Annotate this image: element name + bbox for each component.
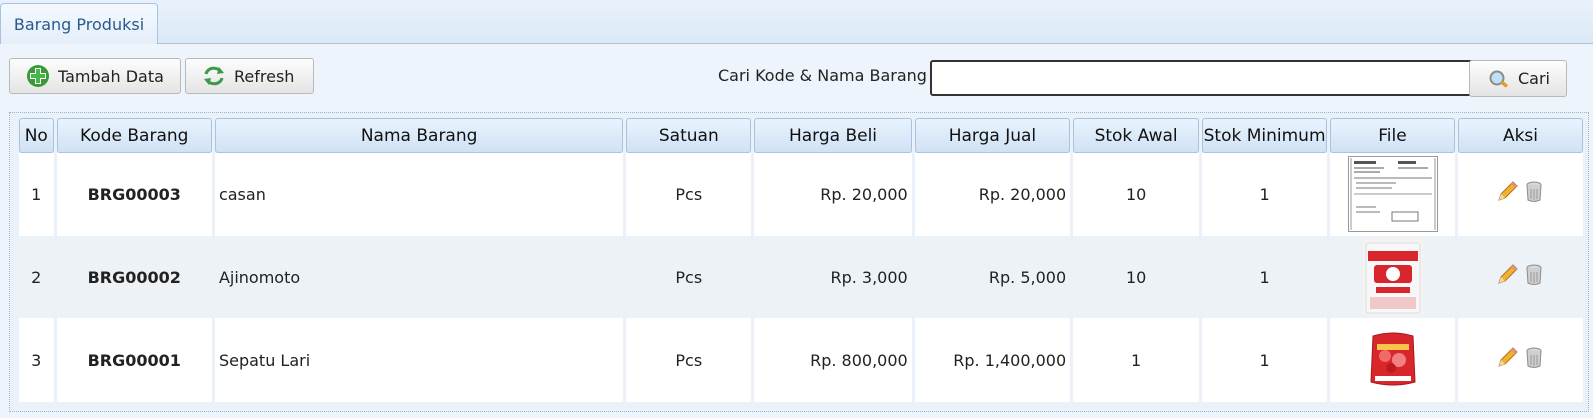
cell-stok-minimum: 1 (1202, 319, 1328, 402)
edit-icon[interactable] (1495, 180, 1519, 204)
cell-nama-barang: casan (214, 153, 624, 236)
add-data-label: Tambah Data (58, 66, 164, 86)
cell-kode-barang: BRG00002 (56, 236, 212, 319)
cell-stok-minimum: 1 (1202, 153, 1328, 236)
refresh-icon (204, 66, 224, 86)
delete-icon[interactable] (1523, 263, 1545, 287)
column-header-harga-jual[interactable]: Harga Jual (914, 118, 1071, 153)
edit-icon[interactable] (1495, 346, 1519, 370)
delete-icon[interactable] (1523, 346, 1545, 370)
search-label: Cari Kode & Nama Barang : (718, 66, 938, 85)
cell-no: 1 (19, 153, 54, 236)
search-input[interactable] (930, 60, 1487, 96)
cell-harga-jual: Rp. 5,000 (914, 236, 1071, 319)
cell-stok-minimum: 1 (1202, 236, 1328, 319)
cell-aksi (1457, 236, 1583, 319)
refresh-label: Refresh (234, 66, 295, 86)
table-row[interactable]: 2 BRG00002 Ajinomoto Pcs Rp. 3,000 Rp. 5… (19, 236, 1583, 319)
cell-aksi (1457, 153, 1583, 236)
main-panel: Tambah Data Refresh Cari Kode & Nama Bar… (0, 44, 1593, 418)
table-row[interactable]: 1 BRG00003 casan Pcs Rp. 20,000 Rp. 20,0… (19, 153, 1583, 236)
cell-stok-awal: 10 (1073, 153, 1200, 236)
product-table: No Kode Barang Nama Barang Satuan Harga … (16, 118, 1586, 402)
cell-harga-beli: Rp. 20,000 (754, 153, 912, 236)
column-header-harga-beli[interactable]: Harga Beli (754, 118, 912, 153)
search-button-label: Cari (1518, 69, 1550, 88)
delete-icon[interactable] (1523, 180, 1545, 204)
cell-satuan: Pcs (626, 319, 752, 402)
column-header-stok-awal[interactable]: Stok Awal (1073, 118, 1200, 153)
tab-bar: Barang Produksi (0, 0, 1593, 45)
add-icon (27, 65, 49, 87)
cell-file (1330, 153, 1455, 236)
cell-harga-beli: Rp. 3,000 (754, 236, 912, 319)
cell-no: 2 (19, 236, 54, 319)
product-table-container: No Kode Barang Nama Barang Satuan Harga … (9, 112, 1589, 412)
column-header-satuan[interactable]: Satuan (626, 118, 752, 153)
cell-kode-barang: BRG00001 (56, 319, 212, 402)
cell-harga-jual: Rp. 1,400,000 (914, 319, 1071, 402)
cell-nama-barang: Ajinomoto (214, 236, 624, 319)
cell-aksi (1457, 319, 1583, 402)
edit-icon[interactable] (1495, 263, 1519, 287)
column-header-nama-barang[interactable]: Nama Barang (214, 118, 624, 153)
column-header-kode-barang[interactable]: Kode Barang (56, 118, 212, 153)
cell-file (1330, 319, 1455, 402)
column-header-no[interactable]: No (19, 118, 54, 153)
column-header-stok-minimum[interactable]: Stok Minimum (1202, 118, 1328, 153)
ajinomoto-package-thumbnail[interactable] (1361, 239, 1424, 315)
red-product-pack-thumbnail[interactable] (1364, 330, 1421, 390)
tab-barang-produksi[interactable]: Barang Produksi (0, 3, 158, 45)
cell-stok-awal: 10 (1073, 236, 1200, 319)
column-header-aksi[interactable]: Aksi (1457, 118, 1583, 153)
cell-stok-awal: 1 (1073, 319, 1200, 402)
refresh-button[interactable]: Refresh (185, 58, 314, 94)
table-header-row: No Kode Barang Nama Barang Satuan Harga … (19, 118, 1583, 153)
table-row[interactable]: 3 BRG00001 Sepatu Lari Pcs Rp. 800,000 R… (19, 319, 1583, 402)
cell-satuan: Pcs (626, 236, 752, 319)
cell-kode-barang: BRG00003 (56, 153, 212, 236)
cell-harga-beli: Rp. 800,000 (754, 319, 912, 402)
cell-satuan: Pcs (626, 153, 752, 236)
cell-no: 3 (19, 319, 54, 402)
search-button[interactable]: Cari (1469, 60, 1567, 97)
cell-harga-jual: Rp. 20,000 (914, 153, 1071, 236)
cell-file (1330, 236, 1455, 319)
add-data-button[interactable]: Tambah Data (9, 58, 181, 94)
search-icon (1489, 70, 1508, 87)
cell-nama-barang: Sepatu Lari (214, 319, 624, 402)
document-thumbnail[interactable] (1347, 156, 1438, 232)
column-header-file[interactable]: File (1330, 118, 1455, 153)
